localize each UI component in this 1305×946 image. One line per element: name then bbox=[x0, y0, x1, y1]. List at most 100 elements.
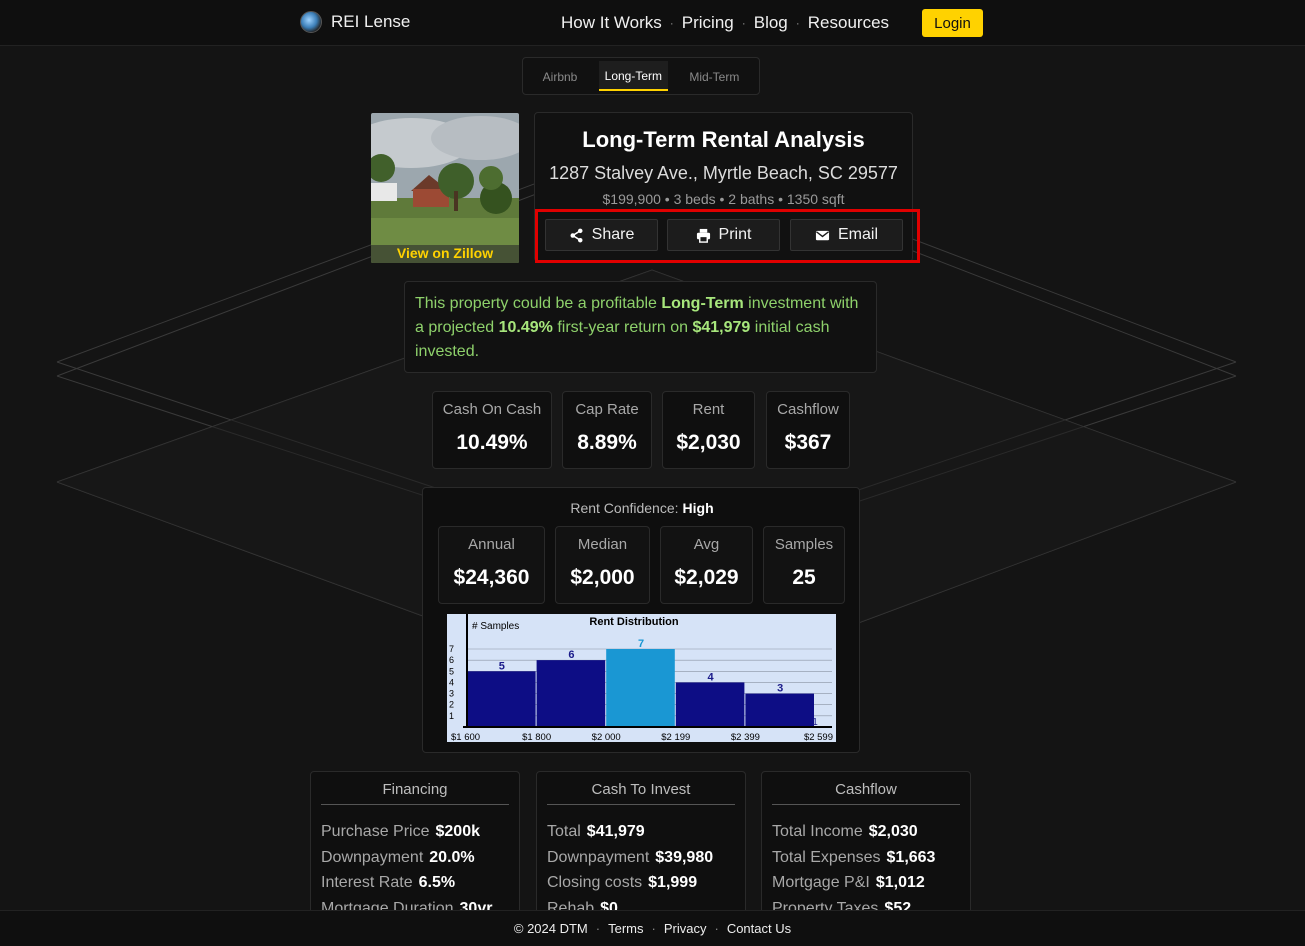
row-label: Mortgage P&I bbox=[772, 874, 870, 891]
chart-x-tick-label: $1 600 bbox=[451, 732, 480, 742]
footer-copyright: © 2024 DTM bbox=[513, 921, 588, 936]
nav-pricing[interactable]: Pricing bbox=[682, 13, 734, 33]
rent-stat-samples: Samples 25 bbox=[763, 526, 845, 604]
property-address: 1287 Stalvey Ave., Myrtle Beach, SC 2957… bbox=[549, 163, 898, 183]
rent-panel: Rent Confidence: High Annual $24,360 Medi… bbox=[422, 487, 860, 753]
stat-value: $2,000 bbox=[570, 566, 635, 589]
cash-to-invest-card: Cash To Invest Total $41,979 Downpayment $… bbox=[536, 771, 746, 921]
chart-x-tick-label: $2 599 bbox=[804, 732, 833, 742]
chart-y-tick-label: 5 bbox=[449, 666, 454, 676]
metric-label: Rent bbox=[692, 401, 725, 418]
street-view-image bbox=[371, 113, 519, 263]
print-button-label: Print bbox=[718, 226, 752, 243]
investment-summary: This property could be a profitable Long… bbox=[404, 281, 877, 373]
footer-separator: · bbox=[714, 921, 719, 936]
row-value: 20.0% bbox=[429, 848, 475, 866]
card-title: Financing bbox=[321, 781, 509, 805]
footer-link-contact[interactable]: Contact Us bbox=[727, 921, 791, 936]
cash-row: Closing costs $1,999 bbox=[547, 870, 735, 896]
financing-row: Downpayment 20.0% bbox=[321, 845, 509, 871]
page-title: Long-Term Rental Analysis bbox=[582, 127, 865, 152]
email-button[interactable]: Email bbox=[790, 219, 903, 251]
metric-value: 8.89% bbox=[577, 431, 637, 454]
stat-label: Samples bbox=[774, 536, 834, 553]
nav-separator: · bbox=[741, 16, 746, 30]
view-on-zillow-link[interactable]: View on Zillow bbox=[371, 245, 519, 261]
nav-resources[interactable]: Resources bbox=[808, 13, 889, 33]
row-label: Downpayment bbox=[321, 848, 424, 866]
row-label: Total bbox=[547, 823, 581, 840]
row-value: $39,980 bbox=[655, 848, 714, 866]
chart-x-tick-label: $2 399 bbox=[731, 732, 760, 742]
row-value: $1,663 bbox=[886, 848, 936, 866]
summary-cash: $41,979 bbox=[692, 319, 751, 336]
print-button[interactable]: Print bbox=[667, 219, 780, 251]
financing-row: Interest Rate 6.5% bbox=[321, 870, 509, 896]
footer-separator: · bbox=[595, 921, 601, 936]
metric-value: $367 bbox=[784, 431, 832, 454]
nav-how-it-works[interactable]: How It Works bbox=[561, 13, 662, 33]
envelope-icon bbox=[815, 230, 830, 240]
stat-value: 25 bbox=[792, 566, 816, 589]
share-icon bbox=[570, 228, 583, 242]
chart-bar bbox=[675, 682, 745, 727]
strategy-tabs: Airbnb Long-Term Mid-Term bbox=[522, 57, 760, 95]
row-value: 6.5% bbox=[418, 874, 456, 891]
row-label: Purchase Price bbox=[321, 823, 430, 840]
top-navigation-bar: REI Lense How It Works · Pricing · Blog … bbox=[0, 0, 1305, 46]
share-button[interactable]: Share bbox=[545, 219, 658, 251]
metric-label: Cap Rate bbox=[575, 401, 639, 418]
metric-label: Cash On Cash bbox=[442, 401, 542, 418]
footer-separator: · bbox=[651, 921, 656, 936]
nav-blog[interactable]: Blog bbox=[754, 13, 788, 33]
metric-cash-on-cash: Cash On Cash 10.49% bbox=[432, 391, 552, 469]
rent-confidence-label: Rent Confidence: bbox=[570, 500, 679, 516]
chart-y-tick-label: 1 bbox=[449, 711, 454, 721]
financing-row: Purchase Price $200k bbox=[321, 819, 509, 845]
tab-mid-term[interactable]: Mid-Term bbox=[683, 62, 745, 90]
row-label: Total Income bbox=[772, 823, 863, 840]
stat-value: $24,360 bbox=[453, 566, 530, 589]
tab-airbnb[interactable]: Airbnb bbox=[537, 62, 584, 90]
metric-cashflow: Cashflow $367 bbox=[766, 391, 850, 469]
chart-y-tick-label: 7 bbox=[449, 644, 454, 654]
metric-value: $2,030 bbox=[676, 431, 741, 454]
metric-value: 10.49% bbox=[456, 431, 528, 454]
chart-data-label: 3 bbox=[777, 683, 783, 695]
chart-x-tick-label: $1 800 bbox=[522, 732, 551, 742]
row-label: Downpayment bbox=[547, 848, 650, 866]
chart-y-tick-label: 6 bbox=[449, 655, 454, 665]
row-value: $1,999 bbox=[648, 874, 698, 891]
chart-bar bbox=[536, 660, 606, 727]
cashflow-card: Cashflow Total Income $2,030 Total Expens… bbox=[761, 771, 971, 921]
email-button-label: Email bbox=[837, 226, 878, 243]
summary-text-3: first-year return on bbox=[552, 319, 693, 336]
row-value: $1,012 bbox=[875, 874, 925, 891]
chart-y-tick-label: 3 bbox=[449, 689, 454, 699]
login-button[interactable]: Login bbox=[922, 9, 983, 37]
tab-long-term[interactable]: Long-Term bbox=[598, 61, 669, 91]
chart-y-tick-label: 4 bbox=[449, 677, 454, 687]
rent-confidence: Rent Confidence: High bbox=[423, 500, 861, 516]
footer: © 2024 DTM · Terms · Privacy · Contact U… bbox=[0, 910, 1305, 946]
card-title: Cash To Invest bbox=[547, 781, 735, 805]
property-photo[interactable]: View on Zillow bbox=[371, 113, 519, 263]
financing-card: Financing Purchase Price $200k Downpaymen… bbox=[310, 771, 520, 921]
row-value: $200k bbox=[435, 823, 481, 840]
cashflow-row: Mortgage P&I $1,012 bbox=[772, 870, 960, 896]
footer-link-privacy[interactable]: Privacy bbox=[664, 921, 707, 936]
rent-confidence-value: High bbox=[682, 500, 714, 516]
card-title: Cashflow bbox=[772, 781, 960, 805]
chart-x-tick-label: $2 000 bbox=[592, 732, 621, 742]
chart-y-axis-label: # Samples bbox=[472, 621, 519, 632]
rent-stat-median: Median $2,000 bbox=[555, 526, 650, 604]
row-label: Interest Rate bbox=[321, 874, 413, 891]
cash-row: Total $41,979 bbox=[547, 819, 735, 845]
stat-label: Avg bbox=[693, 536, 720, 553]
rent-stat-avg: Avg $2,029 bbox=[660, 526, 753, 604]
stat-label: Median bbox=[577, 536, 628, 553]
footer-link-terms[interactable]: Terms bbox=[608, 921, 643, 936]
brand-link[interactable]: REI Lense bbox=[300, 11, 410, 33]
metric-rent: Rent $2,030 bbox=[662, 391, 755, 469]
rent-stat-annual: Annual $24,360 bbox=[438, 526, 545, 604]
